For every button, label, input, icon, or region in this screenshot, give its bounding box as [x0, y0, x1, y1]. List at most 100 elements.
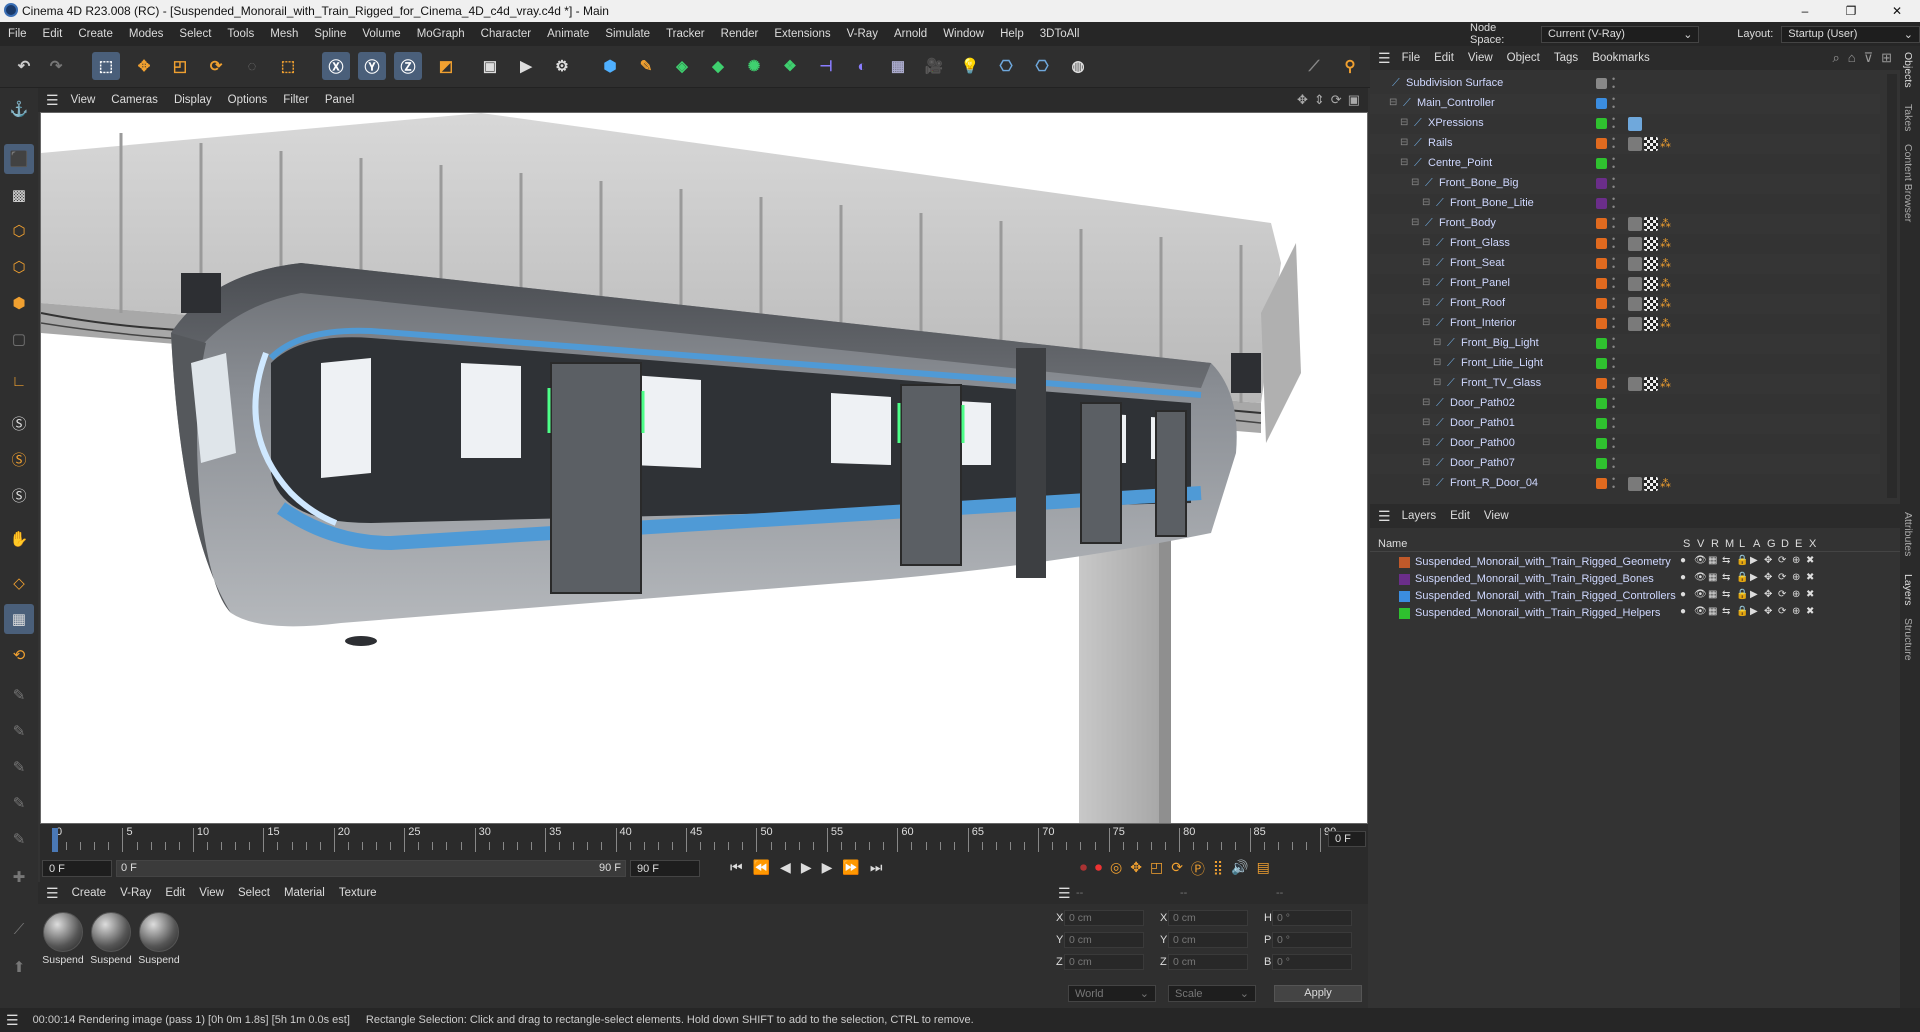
visibility-dots-icon[interactable]: • • [1612, 275, 1615, 292]
new-view-icon[interactable]: ⊞ [1881, 50, 1892, 66]
layer-flag-toggle-icon[interactable]: ⟳ [1778, 589, 1786, 600]
material-menu-material[interactable]: Material [277, 887, 332, 899]
dots-tag-icon[interactable]: ⁂ [1660, 297, 1674, 311]
menu-v-ray[interactable]: V-Ray [839, 28, 886, 40]
z-axis-lock-icon[interactable]: Ⓩ [394, 52, 422, 80]
visibility-dots-icon[interactable]: • • [1612, 395, 1615, 412]
object-menu-object[interactable]: Object [1500, 52, 1547, 64]
layer-flag-toggle-icon[interactable]: ✥ [1764, 606, 1772, 617]
material-menu-create[interactable]: Create [65, 887, 114, 899]
subdivision-icon[interactable]: ◈ [668, 52, 696, 80]
layer-flag-toggle-icon[interactable]: ⟳ [1778, 555, 1786, 566]
layer-flag-toggle-icon[interactable]: ⊕ [1792, 606, 1800, 617]
python-icon[interactable]: ⎔ [992, 52, 1020, 80]
visibility-dots-icon[interactable]: • • [1612, 455, 1615, 472]
vray-tag-icon[interactable] [1628, 137, 1642, 151]
vray-tag-icon[interactable] [1628, 297, 1642, 311]
coordinate-field[interactable]: 0 cm [1168, 954, 1248, 970]
layout-dropdown[interactable]: Startup (User) ⌄ [1781, 25, 1920, 43]
object-name[interactable]: Door_Path00 [1450, 437, 1515, 449]
coordinate-field[interactable]: 0 cm [1168, 932, 1248, 948]
layer-color-swatch[interactable] [1596, 298, 1607, 309]
layer-color-swatch[interactable] [1596, 438, 1607, 449]
search-icon[interactable]: ⌕ [1832, 50, 1839, 66]
object-name[interactable]: Door_Path01 [1450, 417, 1515, 429]
viewport-3d[interactable] [40, 112, 1368, 824]
menu-character[interactable]: Character [473, 28, 540, 40]
layer-row[interactable]: Suspended_Monorail_with_Train_Rigged_Geo… [1370, 554, 1900, 571]
layer-flag-toggle-icon[interactable]: ● [1680, 555, 1686, 566]
end-frame-field[interactable]: 90 F [630, 860, 700, 877]
maximize-button[interactable]: ❐ [1828, 0, 1874, 22]
checker-tag-icon[interactable] [1644, 317, 1658, 331]
menu-tracker[interactable]: Tracker [658, 28, 713, 40]
tab-layers[interactable]: Layers [1902, 574, 1914, 606]
object-name[interactable]: Door_Path02 [1450, 397, 1515, 409]
previous-key-icon[interactable]: ⏪ [753, 859, 770, 876]
layer-color-swatch[interactable] [1596, 238, 1607, 249]
tab-objects[interactable]: Objects [1902, 52, 1914, 88]
vray-tag-icon[interactable] [1628, 277, 1642, 291]
object-name[interactable]: Front_Glass [1450, 237, 1510, 249]
object-menu-view[interactable]: View [1461, 52, 1500, 64]
play-icon[interactable]: ▶ [801, 859, 812, 876]
layer-flag-toggle-icon[interactable]: ▶ [1750, 555, 1758, 566]
dots-tag-icon[interactable]: ⁂ [1660, 477, 1674, 491]
key-position-icon[interactable]: ✥ [1130, 859, 1142, 879]
previous-frame-icon[interactable]: ◀ [780, 859, 791, 876]
next-frame-icon[interactable]: ▶ [822, 859, 833, 876]
tree-expander-icon[interactable]: ⊟ [1433, 377, 1441, 388]
coordinate-field[interactable]: 0 cm [1064, 954, 1144, 970]
globe-icon[interactable]: ◍ [1064, 52, 1092, 80]
close-button[interactable]: ✕ [1874, 0, 1920, 22]
edges-mode-icon[interactable]: ⬡ [4, 252, 34, 282]
object-row[interactable]: ⟋ ⊟ Front_Roof • • ⁂ [1370, 294, 1880, 314]
object-name[interactable]: Front_Panel [1450, 277, 1510, 289]
object-name[interactable]: Front_TV_Glass [1461, 377, 1541, 389]
layer-color-swatch[interactable] [1596, 258, 1607, 269]
visibility-dots-icon[interactable]: • • [1612, 155, 1615, 172]
viewport-menu-display[interactable]: Display [166, 94, 220, 106]
solo-icon[interactable]: Ⓢ [4, 480, 34, 510]
layer-flag-toggle-icon[interactable]: 🔒 [1736, 606, 1748, 617]
material-swatch[interactable]: Suspend [138, 912, 180, 966]
menu-edit[interactable]: Edit [35, 28, 71, 40]
object-row[interactable]: ⟋ ⊟ Front_Glass • • ⁂ [1370, 234, 1880, 254]
render-region-icon[interactable]: ▣ [476, 52, 504, 80]
material-menu-view[interactable]: View [192, 887, 231, 899]
dots-tag-icon[interactable]: ⁂ [1660, 257, 1674, 271]
layer-flag-toggle-icon[interactable]: ● [1680, 589, 1686, 600]
floor-icon[interactable]: ▦ [884, 52, 912, 80]
layer-flag-toggle-icon[interactable]: ✖ [1806, 572, 1814, 583]
visibility-dots-icon[interactable]: • • [1612, 195, 1615, 212]
material-menu-edit[interactable]: Edit [158, 887, 192, 899]
coordinate-field[interactable]: 0 cm [1064, 932, 1144, 948]
layer-color-swatch[interactable] [1596, 138, 1607, 149]
x-axis-lock-icon[interactable]: Ⓧ [322, 52, 350, 80]
material-menu-texture[interactable]: Texture [332, 887, 384, 899]
layer-row[interactable]: Suspended_Monorail_with_Train_Rigged_Hel… [1370, 605, 1900, 622]
coordinate-system-icon[interactable]: ◩ [432, 52, 460, 80]
go-to-end-icon[interactable]: ⏭ [870, 859, 883, 876]
texture-mode-icon[interactable]: ▩ [4, 180, 34, 210]
layer-color-swatch[interactable] [1596, 98, 1607, 109]
layer-flag-toggle-icon[interactable]: ⟳ [1778, 606, 1786, 617]
layer-color-swatch[interactable] [1596, 278, 1607, 289]
checker-tag-icon[interactable] [1644, 377, 1658, 391]
snap-s-orange-icon[interactable]: Ⓢ [4, 444, 34, 474]
tree-expander-icon[interactable]: ⊟ [1400, 137, 1408, 148]
hamburger-icon[interactable]: ☰ [1378, 508, 1391, 525]
object-name[interactable]: Front_Bone_Litie [1450, 197, 1534, 209]
pen-spline-icon[interactable]: ✎ [632, 52, 660, 80]
object-name[interactable]: Subdivision Surface [1406, 77, 1503, 89]
layer-menu-layers[interactable]: Layers [1395, 510, 1444, 522]
tree-expander-icon[interactable]: ⊟ [1422, 277, 1430, 288]
key-param-icon[interactable]: Ⓟ [1191, 859, 1205, 879]
extrude-icon[interactable]: ◆ [704, 52, 732, 80]
layer-flag-toggle-icon[interactable]: ✥ [1764, 589, 1772, 600]
object-row[interactable]: ⟋ ⊟ Door_Path01 • • [1370, 414, 1880, 434]
object-name[interactable]: Front_R_Door_04 [1450, 477, 1538, 489]
timeline-ruler[interactable]: 051015202530354045505560657075808590 0 F [40, 824, 1368, 856]
dots-tag-icon[interactable]: ⁂ [1660, 317, 1674, 331]
axis-mode-icon[interactable]: ∟ [4, 366, 34, 396]
